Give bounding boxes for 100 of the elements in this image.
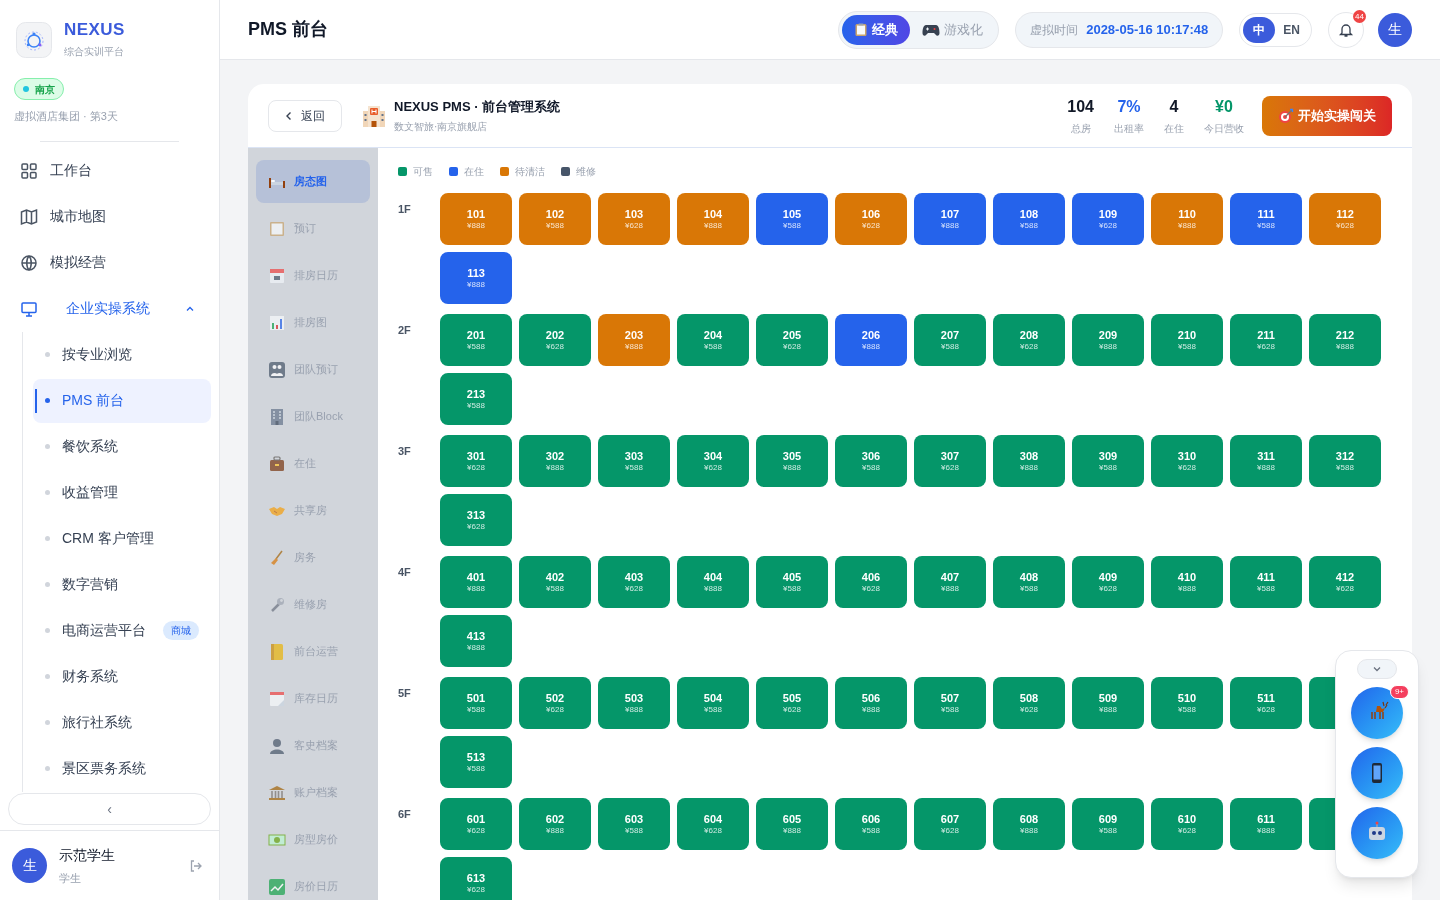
room-tile[interactable]	[1309, 677, 1335, 729]
room-tile[interactable]: 513 ¥588	[440, 736, 512, 788]
collapse-button[interactable]: ‹	[8, 793, 211, 825]
room-tile[interactable]: 502 ¥628	[519, 677, 591, 729]
room-tile[interactable]: 402 ¥588	[519, 556, 591, 608]
room-tile[interactable]: 405 ¥588	[756, 556, 828, 608]
room-tile[interactable]: 205 ¥628	[756, 314, 828, 366]
nav-subitem[interactable]: 财务系统	[33, 654, 211, 699]
room-tile[interactable]: 103 ¥628	[598, 193, 670, 245]
room-tile[interactable]: 108 ¥588	[993, 193, 1065, 245]
nav-subitem[interactable]: 旅行社系统	[33, 700, 211, 745]
room-tile[interactable]: 312 ¥588	[1309, 435, 1381, 487]
room-tile[interactable]: 109 ¥628	[1072, 193, 1144, 245]
nav-subitem[interactable]: 电商运营平台 商城	[33, 608, 211, 653]
room-tile[interactable]: 407 ¥888	[914, 556, 986, 608]
room-tile[interactable]: 412 ¥628	[1309, 556, 1381, 608]
room-tile[interactable]: 210 ¥588	[1151, 314, 1223, 366]
nav-item[interactable]: 企业实操系统	[8, 285, 211, 332]
room-tile[interactable]: 306 ¥588	[835, 435, 907, 487]
room-tile[interactable]: 403 ¥628	[598, 556, 670, 608]
room-tile[interactable]: 307 ¥628	[914, 435, 986, 487]
room-tile[interactable]: 510 ¥588	[1151, 677, 1223, 729]
room-tile[interactable]: 311 ¥888	[1230, 435, 1302, 487]
room-tile[interactable]: 308 ¥888	[993, 435, 1065, 487]
notification-button[interactable]: 44	[1328, 11, 1364, 48]
room-tile[interactable]: 213 ¥588	[440, 373, 512, 425]
room-tile[interactable]: 509 ¥888	[1072, 677, 1144, 729]
room-tile[interactable]: 202 ¥628	[519, 314, 591, 366]
nav-subitem[interactable]: 餐饮系统	[33, 424, 211, 469]
nav-subitem[interactable]: 按专业浏览	[33, 332, 211, 377]
room-tile[interactable]: 309 ¥588	[1072, 435, 1144, 487]
room-tile[interactable]	[1309, 798, 1335, 850]
nav-subitem[interactable]: CRM 客户管理	[33, 516, 211, 561]
room-tile[interactable]: 604 ¥628	[677, 798, 749, 850]
mode-tab[interactable]: 游戏化	[910, 14, 996, 45]
room-tile[interactable]: 310 ¥628	[1151, 435, 1223, 487]
logout-button[interactable]	[189, 858, 203, 873]
nav-subitem[interactable]: 收益管理	[33, 470, 211, 515]
room-tile[interactable]: 608 ¥888	[993, 798, 1065, 850]
room-tile[interactable]: 313 ¥628	[440, 494, 512, 546]
room-tile[interactable]: 401 ¥888	[440, 556, 512, 608]
room-tile[interactable]: 113 ¥888	[440, 252, 512, 304]
room-tile[interactable]: 511 ¥628	[1230, 677, 1302, 729]
room-tile[interactable]: 201 ¥588	[440, 314, 512, 366]
language-tab[interactable]: 中	[1243, 16, 1276, 43]
room-tile[interactable]: 507 ¥588	[914, 677, 986, 729]
nav-item[interactable]: 城市地图	[8, 193, 211, 240]
room-tile[interactable]: 411 ¥588	[1230, 556, 1302, 608]
room-tile[interactable]: 203 ¥888	[598, 314, 670, 366]
room-tile[interactable]: 406 ¥628	[835, 556, 907, 608]
room-tile[interactable]: 611 ¥888	[1230, 798, 1302, 850]
room-tile[interactable]: 212 ¥888	[1309, 314, 1381, 366]
avatar[interactable]: 生	[1378, 12, 1412, 47]
room-tile[interactable]: 607 ¥628	[914, 798, 986, 850]
nav-subitem[interactable]: PMS 前台	[33, 378, 211, 423]
room-tile[interactable]: 204 ¥588	[677, 314, 749, 366]
room-tile[interactable]: 503 ¥888	[598, 677, 670, 729]
nav-item[interactable]: 工作台	[8, 147, 211, 194]
room-tile[interactable]: 206 ¥888	[835, 314, 907, 366]
room-tile[interactable]: 105 ¥588	[756, 193, 828, 245]
menu-item[interactable]: 房态图	[256, 160, 370, 203]
assistant-button[interactable]	[1351, 747, 1403, 799]
room-tile[interactable]: 506 ¥888	[835, 677, 907, 729]
room-tile[interactable]: 107 ¥888	[914, 193, 986, 245]
room-tile[interactable]: 501 ¥588	[440, 677, 512, 729]
room-tile[interactable]: 207 ¥588	[914, 314, 986, 366]
room-tile[interactable]: 110 ¥888	[1151, 193, 1223, 245]
room-tile[interactable]: 101 ¥888	[440, 193, 512, 245]
assistant-button[interactable]	[1351, 687, 1403, 739]
room-tile[interactable]: 111 ¥588	[1230, 193, 1302, 245]
room-tile[interactable]: 303 ¥588	[598, 435, 670, 487]
room-tile[interactable]: 305 ¥888	[756, 435, 828, 487]
nav-subitem[interactable]: 景区票务系统	[33, 746, 211, 791]
room-tile[interactable]: 504 ¥588	[677, 677, 749, 729]
room-tile[interactable]: 603 ¥588	[598, 798, 670, 850]
room-tile[interactable]: 302 ¥888	[519, 435, 591, 487]
room-tile[interactable]: 301 ¥628	[440, 435, 512, 487]
room-tile[interactable]: 408 ¥588	[993, 556, 1065, 608]
room-tile[interactable]: 211 ¥628	[1230, 314, 1302, 366]
language-tab[interactable]: EN	[1275, 16, 1308, 43]
room-tile[interactable]: 304 ¥628	[677, 435, 749, 487]
room-tile[interactable]: 508 ¥628	[993, 677, 1065, 729]
room-tile[interactable]: 613 ¥628	[440, 857, 512, 900]
start-button[interactable]: 开始实操闯关	[1262, 95, 1392, 136]
room-tile[interactable]: 610 ¥628	[1151, 798, 1223, 850]
room-tile[interactable]: 208 ¥628	[993, 314, 1065, 366]
room-tile[interactable]: 605 ¥888	[756, 798, 828, 850]
room-tile[interactable]: 404 ¥888	[677, 556, 749, 608]
nav-subitem[interactable]: 数字营销	[33, 562, 211, 607]
nav-item[interactable]: 模拟经营	[8, 239, 211, 286]
room-tile[interactable]: 112 ¥628	[1309, 193, 1381, 245]
room-tile[interactable]: 602 ¥888	[519, 798, 591, 850]
mode-tab[interactable]: 经典	[842, 14, 911, 45]
room-tile[interactable]: 601 ¥628	[440, 798, 512, 850]
room-tile[interactable]: 413 ¥888	[440, 615, 512, 667]
room-tile[interactable]: 102 ¥588	[519, 193, 591, 245]
room-tile[interactable]: 104 ¥888	[677, 193, 749, 245]
room-tile[interactable]: 606 ¥588	[835, 798, 907, 850]
room-tile[interactable]: 609 ¥588	[1072, 798, 1144, 850]
back-button[interactable]: 返回	[268, 99, 342, 132]
